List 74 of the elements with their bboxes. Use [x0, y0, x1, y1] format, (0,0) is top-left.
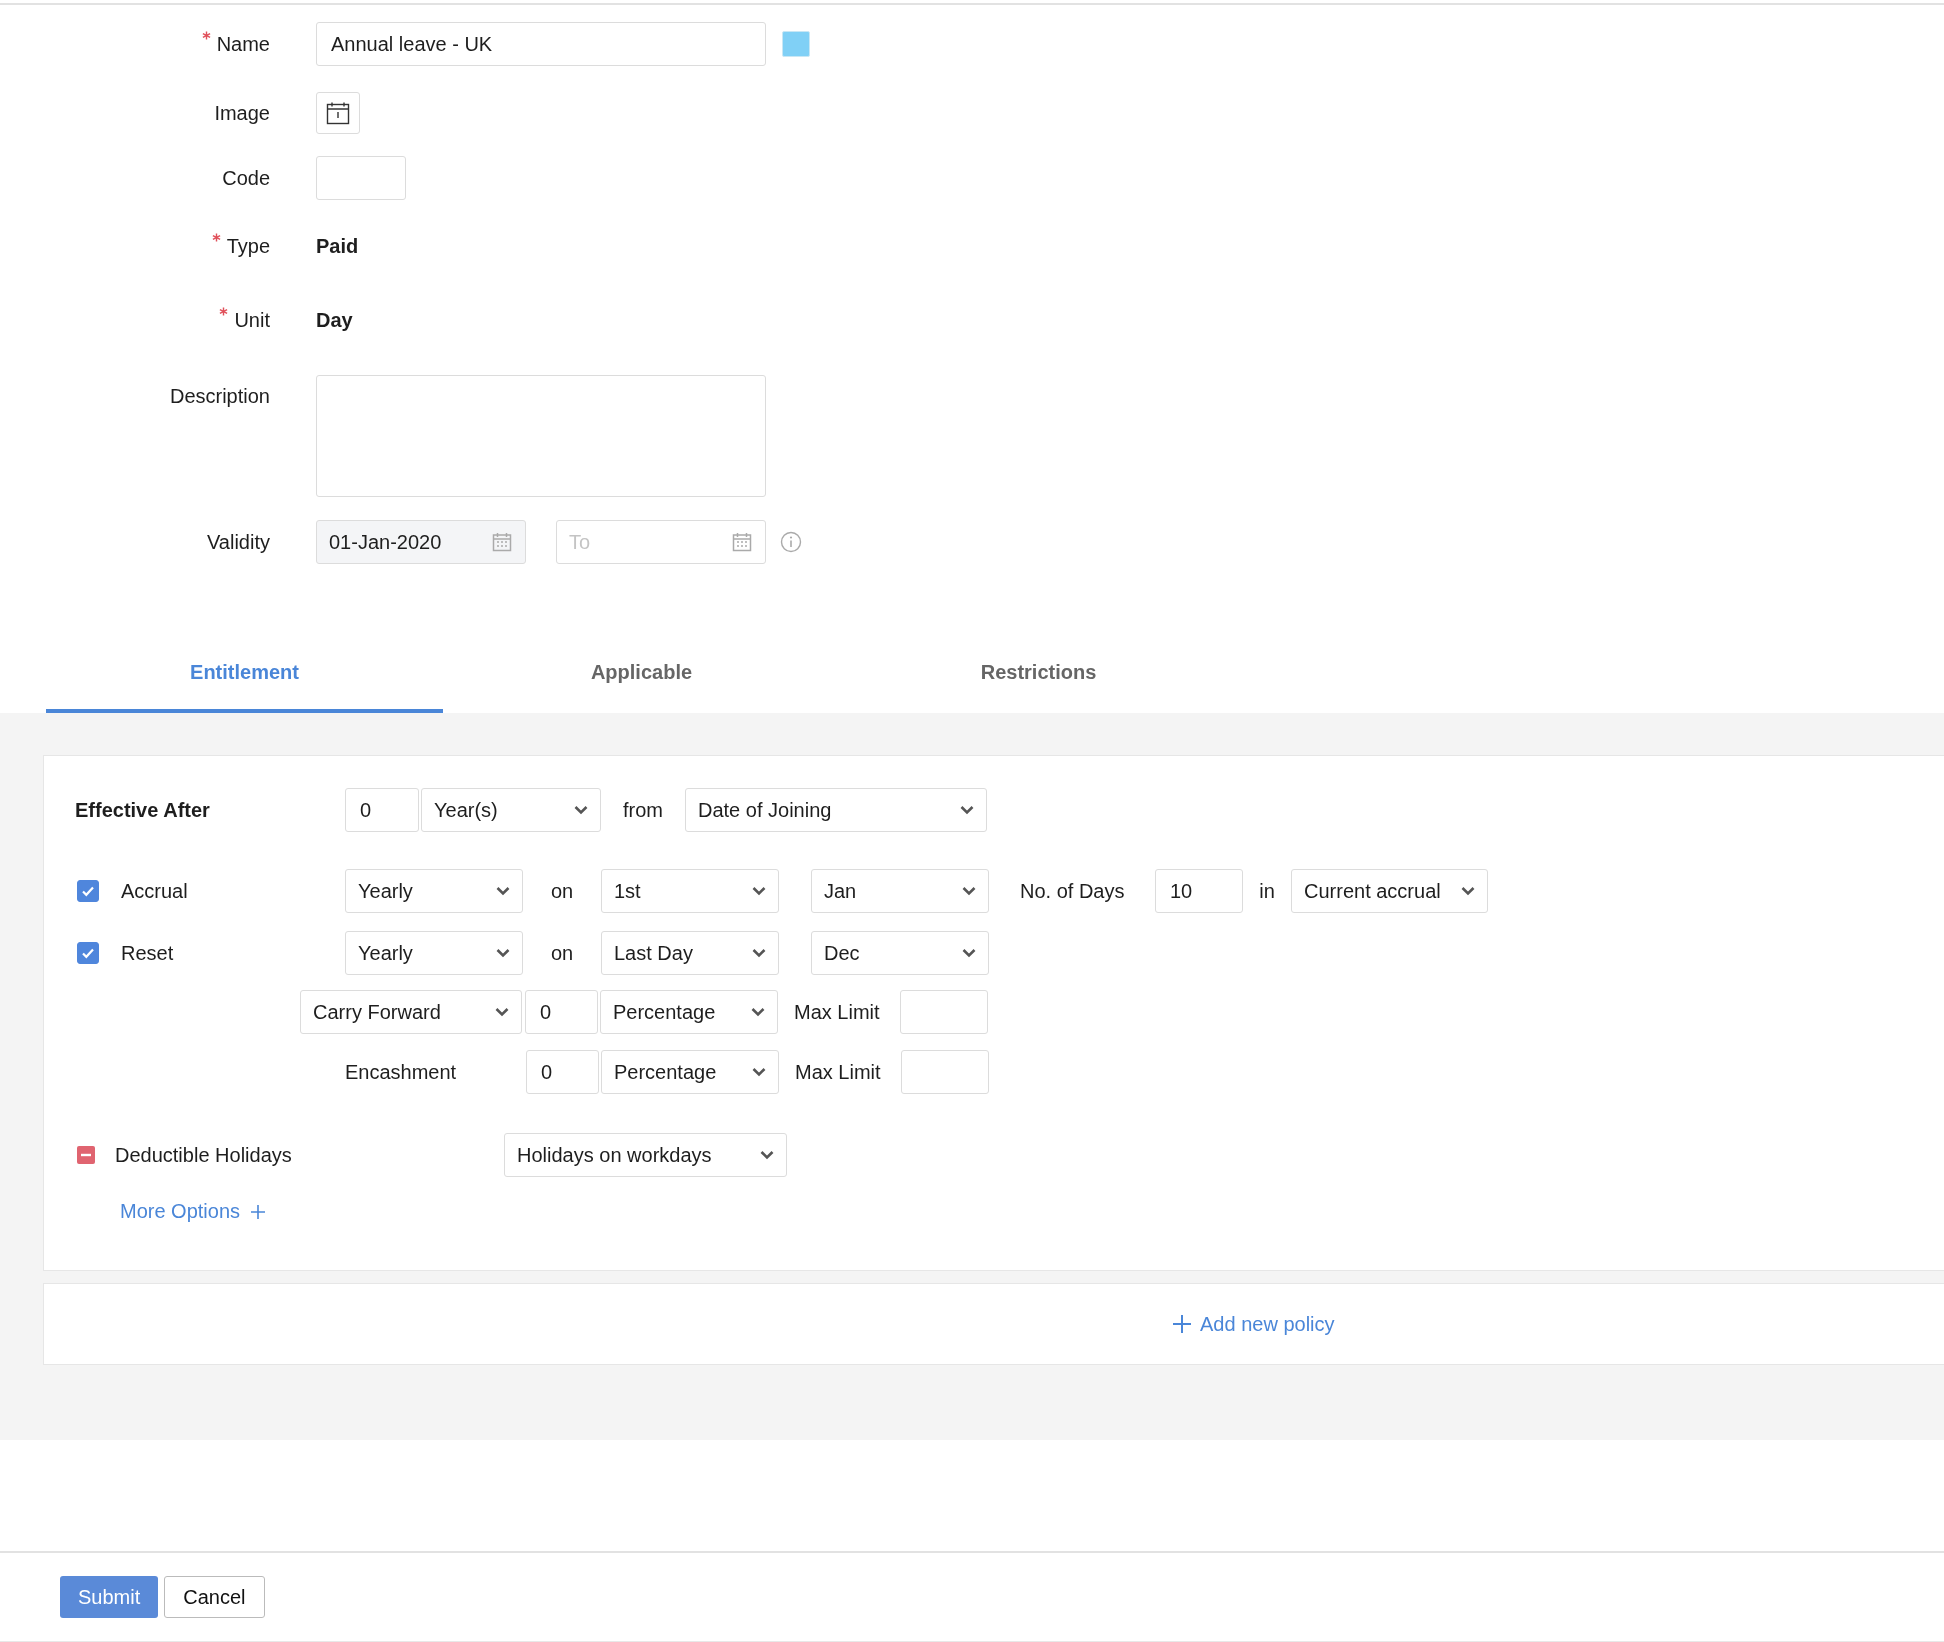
days-input[interactable]: 10 [1155, 869, 1243, 913]
on-label: on [549, 879, 575, 903]
chevron-down-icon [760, 1150, 774, 1160]
from-label: from [623, 798, 663, 822]
period-dropdown[interactable]: Current accrual [1291, 869, 1488, 913]
code-input[interactable] [316, 156, 406, 200]
tab[interactable]: Applicable [443, 653, 840, 713]
rule-label: Deductible Holidays [115, 1143, 293, 1167]
plus-icon [1172, 1314, 1192, 1334]
rule-label: Reset [121, 941, 175, 965]
minus-icon[interactable] [77, 1146, 95, 1164]
description-input[interactable] [316, 375, 766, 497]
chevron-down-icon [1461, 886, 1475, 896]
from-date-field[interactable]: 01-Jan-2020 [316, 520, 526, 564]
max-limit-label: Max Limit [794, 1000, 881, 1024]
field-label: Description [169, 385, 270, 408]
unit-dropdown[interactable]: Percentage [601, 1050, 779, 1094]
field-label: Code [222, 166, 270, 190]
checkbox[interactable] [77, 880, 99, 902]
calendar-icon [492, 532, 512, 552]
chevron-down-icon [751, 1007, 765, 1017]
field-label: Image [214, 101, 270, 125]
carry-forward-dropdown[interactable]: Carry Forward [300, 990, 522, 1034]
unit-dropdown[interactable]: Percentage [600, 990, 778, 1034]
max-limit-label: Max Limit [795, 1060, 882, 1084]
frequency-dropdown[interactable]: Yearly [345, 869, 523, 913]
chevron-down-icon [752, 886, 766, 896]
calendar-icon [732, 532, 752, 552]
holidays-dropdown[interactable]: Holidays on workdays [504, 1133, 787, 1177]
chevron-down-icon [574, 805, 588, 815]
field-value: Paid [316, 234, 359, 258]
name-input[interactable]: Annual leave - UK [316, 22, 766, 66]
max-limit-input[interactable] [901, 1050, 989, 1094]
chevron-down-icon [962, 886, 976, 896]
max-limit-input[interactable] [900, 990, 988, 1034]
on-label: on [549, 941, 575, 965]
field-label: Type [226, 234, 270, 258]
amount-input[interactable]: 0 [525, 990, 598, 1034]
days-label: No. of Days [1020, 879, 1126, 903]
chevron-down-icon [496, 948, 510, 958]
day-dropdown[interactable]: 1st [601, 869, 779, 913]
field-label: Unit [234, 308, 270, 332]
plus-icon [250, 1203, 267, 1220]
color-swatch[interactable] [782, 31, 810, 57]
add-policy-link[interactable]: Add new policy [1172, 1312, 1335, 1336]
info-icon[interactable] [780, 531, 802, 553]
chevron-down-icon [495, 1007, 509, 1017]
field-label: Name [216, 32, 270, 56]
section-label: Effective After [75, 798, 211, 822]
number-input[interactable]: 0 [345, 788, 419, 832]
checkbox[interactable] [77, 942, 99, 964]
day-dropdown[interactable]: Last Day [601, 931, 779, 975]
chevron-down-icon [496, 886, 510, 896]
frequency-dropdown[interactable]: Yearly [345, 931, 523, 975]
field-label: Validity [207, 530, 270, 554]
more-options-link[interactable]: More Options [120, 1200, 267, 1223]
month-dropdown[interactable]: Jan [811, 869, 989, 913]
amount-input[interactable]: 0 [526, 1050, 599, 1094]
rule-label: Accrual [121, 879, 189, 903]
chevron-down-icon [962, 948, 976, 958]
chevron-down-icon [960, 805, 974, 815]
encashment-label: Encashment [345, 1060, 458, 1084]
image-upload-button[interactable] [316, 92, 360, 134]
in-label: in [1258, 879, 1276, 903]
chevron-down-icon [752, 948, 766, 958]
chevron-down-icon [752, 1067, 766, 1077]
tab[interactable]: Restrictions [840, 653, 1237, 713]
from-dropdown[interactable]: Date of Joining [685, 788, 987, 832]
month-dropdown[interactable]: Dec [811, 931, 989, 975]
field-value: Day [316, 308, 353, 332]
to-date-field[interactable]: To [556, 520, 766, 564]
cancel-button[interactable]: Cancel [164, 1576, 265, 1618]
unit-dropdown[interactable]: Year(s) [421, 788, 601, 832]
calendar-icon [326, 101, 350, 125]
